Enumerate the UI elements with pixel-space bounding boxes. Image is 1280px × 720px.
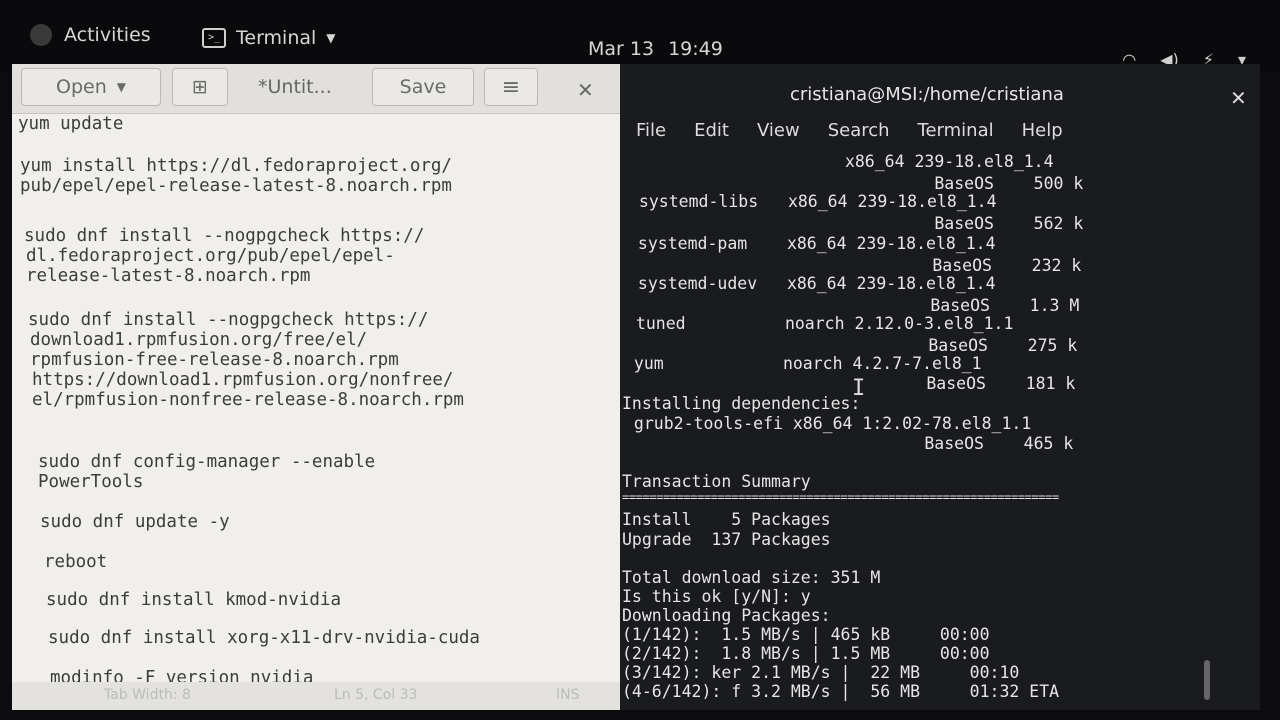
editor-line: dl.fedoraproject.org/pub/epel/epel- — [26, 246, 395, 266]
terminal-line: systemd-udev x86_64 239-18.el8_1.4 — [628, 274, 996, 293]
terminal-line: (4-6/142): f 3.2 MB/s | 56 MB 01:32 ETA — [622, 682, 1060, 701]
editor-line: sudo dnf install xorg-x11-drv-nvidia-cud… — [48, 628, 480, 648]
editor-line: sudo dnf install --nogpgcheck https:// — [24, 226, 425, 246]
insert-mode-indicator: INS — [556, 687, 580, 703]
editor-text-area[interactable]: yum update yum install https://dl.fedora… — [12, 114, 620, 688]
editor-line: PowerTools — [38, 472, 144, 492]
hamburger-menu-button[interactable]: ≡ — [484, 68, 538, 106]
editor-line: sudo dnf install kmod-nvidia — [46, 590, 342, 610]
clock-time: 19:49 — [668, 38, 723, 60]
terminal-line: tuned noarch 2.12.0-3.el8_1.1 — [626, 314, 1014, 333]
document-title: *Untit... — [258, 76, 332, 98]
terminal-line: BaseOS 181 k — [678, 374, 1076, 393]
new-document-button[interactable]: ⊞ — [172, 68, 228, 106]
menu-file[interactable]: File — [636, 120, 666, 141]
terminal-line: x86_64 239-18.el8_1.4 — [686, 152, 1054, 171]
terminal-line: BaseOS 232 k — [684, 256, 1082, 275]
open-button[interactable]: Open ▼ — [21, 68, 161, 106]
terminal-icon: >_ — [202, 28, 226, 48]
chevron-down-icon: ▼ — [326, 31, 336, 45]
save-button[interactable]: Save — [372, 68, 474, 106]
terminal-line: BaseOS 1.3 M — [682, 296, 1080, 315]
editor-line: sudo dnf install --nogpgcheck https:// — [28, 310, 429, 330]
terminal-line: yum noarch 4.2.7-7.el8_1 — [624, 354, 982, 373]
terminal-line: grub2-tools-efi x86_64 1:2.02-78.el8_1.1 — [624, 414, 1032, 433]
terminal-line: BaseOS 500 k — [686, 174, 1084, 193]
terminal-line: Upgrade 137 Packages — [622, 530, 831, 549]
terminal-line: Transaction Summary — [622, 472, 811, 491]
close-icon[interactable]: ✕ — [1230, 86, 1247, 110]
terminal-line: Total download size: 351 M — [622, 568, 881, 587]
editor-line: pub/epel/epel-release-latest-8.noarch.rp… — [20, 176, 452, 196]
editor-status-bar: Tab Width: 8 Ln 5, Col 33 INS — [12, 682, 620, 710]
terminal-line: (2/142): 1.8 MB/s | 1.5 MB 00:00 — [622, 644, 990, 663]
editor-line: rpmfusion-free-release-8.noarch.rpm — [30, 350, 399, 370]
mouse-ibeam-cursor-icon: I — [852, 376, 866, 401]
terminal-line: BaseOS 562 k — [686, 214, 1084, 233]
terminal-line: BaseOS 465 k — [676, 434, 1074, 453]
editor-line: yum update — [18, 114, 124, 134]
close-icon[interactable]: ✕ — [577, 78, 594, 102]
editor-line: reboot — [44, 552, 108, 572]
clock-date: Mar 13 — [588, 38, 655, 60]
terminal-line: systemd-pam x86_64 239-18.el8_1.4 — [628, 234, 996, 253]
terminal-scrollbar[interactable] — [1204, 660, 1210, 700]
app-menu-button[interactable]: >_ Terminal ▼ — [202, 27, 336, 49]
editor-line: el/rpmfusion-nonfree-release-8.noarch.rp… — [32, 390, 464, 410]
editor-line: release-latest-8.noarch.rpm — [26, 266, 311, 286]
menu-search[interactable]: Search — [828, 120, 890, 141]
activities-label: Activities — [64, 24, 151, 46]
editor-line: https://download1.rpmfusion.org/nonfree/ — [32, 370, 454, 390]
editor-line: yum install https://dl.fedoraproject.org… — [20, 156, 452, 176]
editor-line: sudo dnf update -y — [40, 512, 230, 532]
activities-button[interactable]: Activities — [30, 24, 151, 46]
menu-help[interactable]: Help — [1022, 120, 1063, 141]
terminal-title: cristiana@MSI:/home/cristiana — [790, 84, 1064, 105]
terminal-line: (3/142): ker 2.1 MB/s | 22 MB 00:10 — [622, 663, 1020, 682]
chevron-down-icon: ▼ — [116, 80, 126, 94]
top-bar: Activities >_ Terminal ▼ Mar 13 19:49 ◠ … — [0, 0, 1280, 72]
terminal-line: Is this ok [y/N]: y — [622, 587, 811, 606]
terminal-line: Installing dependencies: — [622, 394, 861, 413]
tab-width-selector[interactable]: Tab Width: 8 — [104, 687, 191, 703]
editor-header-bar: Open ▼ ⊞ *Untit... Save ≡ ✕ — [12, 64, 620, 114]
terminal-menu-bar: File Edit View Search Terminal Help — [636, 120, 1063, 141]
terminal-line: systemd-libs x86_64 239-18.el8_1.4 — [629, 192, 997, 211]
clock-button[interactable]: Mar 13 19:49 — [588, 38, 723, 60]
open-label: Open — [56, 76, 107, 98]
menu-terminal[interactable]: Terminal — [918, 120, 994, 141]
app-menu-label: Terminal — [236, 27, 317, 49]
editor-line: sudo dnf config-manager --enable — [38, 452, 376, 472]
editor-line: download1.rpmfusion.org/free/el/ — [30, 330, 368, 350]
menu-edit[interactable]: Edit — [694, 120, 729, 141]
terminal-line: Install 5 Packages — [622, 510, 831, 529]
terminal-line: BaseOS 275 k — [680, 336, 1078, 355]
cursor-position-indicator[interactable]: Ln 5, Col 33 — [334, 687, 417, 703]
terminal-window: cristiana@MSI:/home/cristiana ✕ File Edi… — [620, 64, 1260, 710]
terminal-line: Downloading Packages: — [622, 606, 831, 625]
menu-view[interactable]: View — [757, 120, 800, 141]
terminal-line: ========================================… — [622, 490, 1059, 504]
terminal-output[interactable]: x86_64 239-18.el8_1.4 BaseOS 500 k syste… — [620, 150, 1260, 710]
text-editor-window: Open ▼ ⊞ *Untit... Save ≡ ✕ yum update y… — [12, 64, 620, 710]
hamburger-icon: ≡ — [501, 74, 521, 100]
gnome-foot-icon — [30, 24, 52, 46]
terminal-line: (1/142): 1.5 MB/s | 465 kB 00:00 — [622, 625, 990, 644]
new-document-icon: ⊞ — [192, 76, 208, 98]
